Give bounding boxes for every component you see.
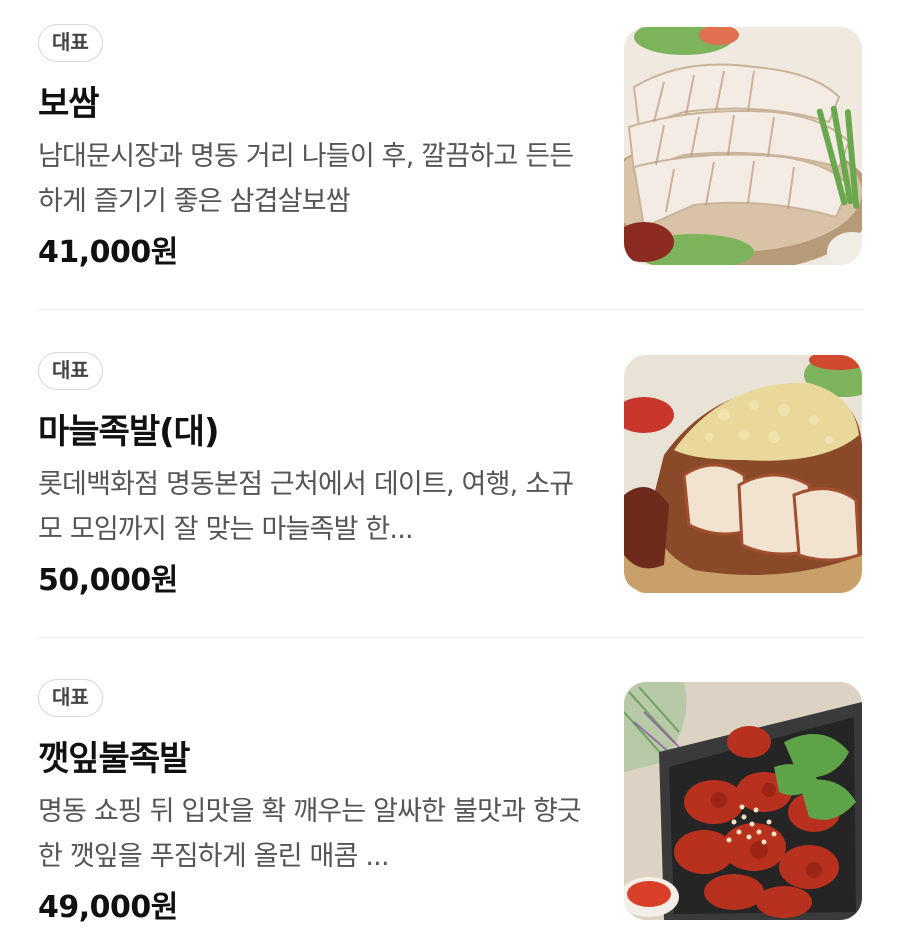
menu-item-name: 깻잎불족발 bbox=[38, 739, 190, 779]
menu-item-description: 남대문시장과 명동 거리 나들이 후, 깔끔하고 든든하게 즐기기 좋은 삼겹살… bbox=[38, 141, 574, 217]
menu-item-price: 50,000원 bbox=[38, 563, 178, 598]
menu-item-price: 49,000원 bbox=[38, 890, 178, 925]
divider bbox=[38, 637, 862, 638]
menu-item-name: 보쌈 bbox=[38, 84, 100, 124]
signature-badge: 대표 bbox=[38, 679, 103, 717]
menu-item-description: 롯데백화점 명동본점 근처에서 데이트, 여행, 소규모 모임까지 잘 맞는 마… bbox=[38, 469, 574, 545]
signature-badge: 대표 bbox=[38, 24, 103, 62]
menu-item-image[interactable] bbox=[624, 27, 862, 265]
menu-list: 대표 보쌈 남대문시장과 명동 거리 나들이 후, 깔끔하고 든든하게 즐기기 … bbox=[0, 0, 900, 940]
signature-badge: 대표 bbox=[38, 352, 103, 390]
menu-item[interactable]: 대표 마늘족발(대) 롯데백화점 명동본점 근처에서 데이트, 여행, 소규모 … bbox=[38, 348, 862, 638]
menu-item-image[interactable] bbox=[624, 682, 862, 920]
menu-item[interactable]: 대표 깻잎불족발 명동 쇼핑 뒤 입맛을 확 깨우는 알싸한 불맛과 향긋한 깻… bbox=[38, 675, 862, 940]
menu-item-name: 마늘족발(대) bbox=[38, 412, 219, 452]
menu-item[interactable]: 대표 보쌈 남대문시장과 명동 거리 나들이 후, 깔끔하고 든든하게 즐기기 … bbox=[38, 20, 862, 310]
bossam-photo bbox=[624, 27, 862, 265]
menu-item-description: 명동 쇼핑 뒤 입맛을 확 깨우는 알싸한 불맛과 향긋한 깻잎을 푸짐하게 올… bbox=[38, 796, 582, 872]
menu-item-price: 41,000원 bbox=[38, 235, 178, 270]
spicy-perilla-jokbal-photo bbox=[624, 682, 862, 920]
menu-item-image[interactable] bbox=[624, 355, 862, 593]
divider bbox=[38, 309, 862, 310]
garlic-jokbal-photo bbox=[624, 355, 862, 593]
